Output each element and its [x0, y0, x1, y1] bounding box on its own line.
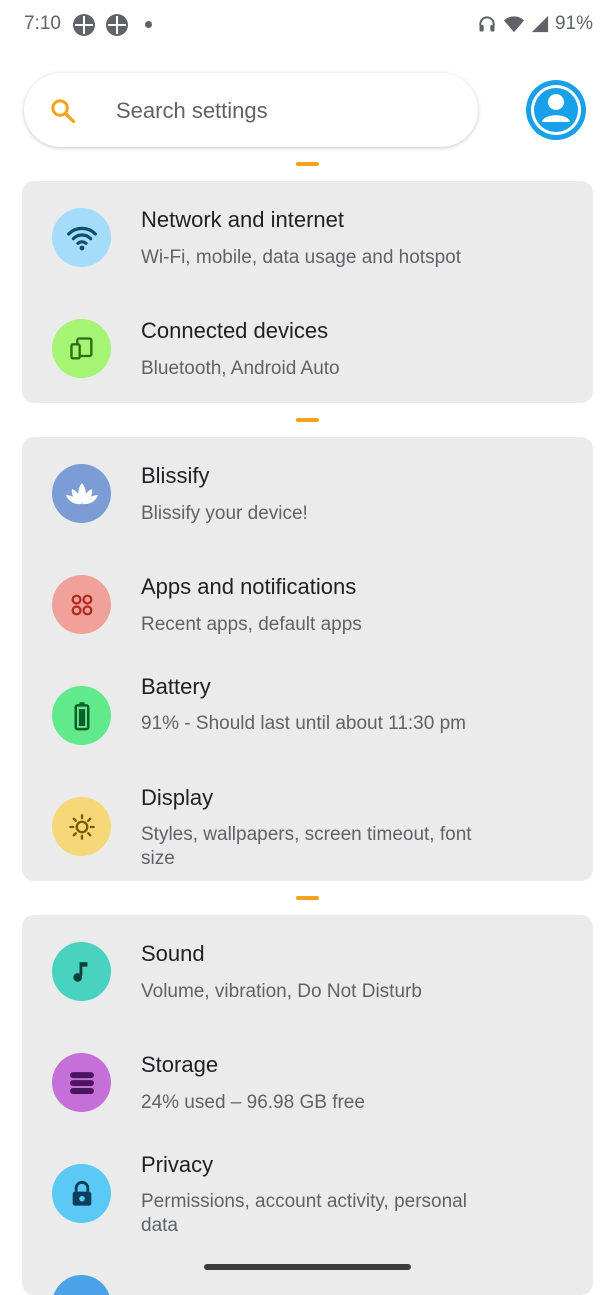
music-note-icon — [52, 942, 111, 1001]
settings-item-title: Sound — [141, 941, 205, 966]
settings-item-storage[interactable]: Storage 24% used – 96.98 GB free — [22, 1026, 593, 1137]
settings-item-title: Display — [141, 785, 214, 810]
settings-item-subtitle: 91% - Should last until about 11:30 pm — [141, 713, 466, 734]
settings-item-display[interactable]: Display Styles, wallpapers, screen timeo… — [22, 770, 593, 881]
wifi-icon — [52, 208, 111, 267]
settings-item-subtitle: Volume, vibration, Do Not Disturb — [141, 981, 422, 1002]
lock-icon — [52, 1164, 111, 1223]
settings-item-network[interactable]: Network and internet Wi-Fi, mobile, data… — [22, 181, 593, 292]
settings-item-title: Battery — [141, 674, 211, 699]
settings-item-title: Network and internet — [141, 207, 344, 232]
settings-item-title: Storage — [141, 1052, 219, 1077]
lotus-icon — [52, 464, 111, 523]
gesture-navigation-handle[interactable] — [204, 1264, 411, 1270]
storage-icon — [52, 1053, 111, 1112]
account-avatar-icon[interactable] — [526, 80, 586, 140]
settings-item-subtitle: Recent apps, default apps — [141, 614, 362, 635]
settings-item-connected-devices[interactable]: Connected devices Bluetooth, Android Aut… — [22, 292, 593, 403]
settings-item-apps[interactable]: Apps and notifications Recent apps, defa… — [22, 548, 593, 659]
group-divider-handle — [296, 418, 319, 422]
settings-item-blissify[interactable]: Blissify Blissify your device! — [22, 437, 593, 548]
settings-group-connectivity: Network and internet Wi-Fi, mobile, data… — [22, 181, 593, 403]
headphones-icon — [477, 14, 497, 34]
search-input[interactable]: Search settings — [116, 98, 268, 124]
settings-item-title: Connected devices — [141, 318, 329, 343]
settings-item-partial[interactable] — [22, 1248, 593, 1295]
search-icon — [49, 97, 77, 130]
settings-item-subtitle: Blissify your device! — [141, 503, 308, 524]
group-divider-handle — [296, 896, 319, 900]
settings-item-title: Blissify — [141, 463, 210, 488]
wifi-icon — [503, 14, 525, 34]
settings-item-subtitle: Wi-Fi, mobile, data usage and hotspot — [141, 247, 462, 268]
settings-item-privacy[interactable]: Privacy Permissions, account activity, p… — [22, 1137, 593, 1248]
cellular-signal-icon — [531, 14, 549, 34]
status-icons: 91% — [477, 13, 593, 35]
settings-item-subtitle: Bluetooth, Android Auto — [141, 358, 340, 379]
app-notification-icon — [73, 14, 95, 36]
status-time: 7:10 — [24, 13, 61, 34]
status-bar: 7:10 91% — [0, 0, 615, 52]
settings-item-sound[interactable]: Sound Volume, vibration, Do Not Disturb — [22, 915, 593, 1026]
connected-devices-icon — [52, 319, 111, 378]
settings-item-title: Privacy — [141, 1152, 214, 1177]
apps-icon — [52, 575, 111, 634]
app-notification-icon — [106, 14, 128, 36]
more-notifications-dot — [145, 21, 152, 28]
settings-item-battery[interactable]: Battery 91% - Should last until about 11… — [22, 659, 593, 770]
battery-icon — [52, 686, 111, 745]
settings-group-device: Blissify Blissify your device! Apps and … — [22, 437, 593, 881]
group-divider-handle — [296, 162, 319, 166]
battery-percent: 91% — [554, 13, 593, 34]
settings-item-subtitle: 24% used – 96.98 GB free — [141, 1092, 365, 1113]
settings-category-icon — [52, 1275, 111, 1295]
settings-item-subtitle: Permissions, account activity, personal … — [141, 1191, 467, 1236]
settings-item-title: Apps and notifications — [141, 574, 357, 599]
brightness-icon — [52, 797, 111, 856]
search-bar[interactable]: Search settings — [24, 73, 478, 147]
settings-item-subtitle: Styles, wallpapers, screen timeout, font… — [141, 824, 472, 869]
settings-group-system: Sound Volume, vibration, Do Not Disturb … — [22, 915, 593, 1295]
